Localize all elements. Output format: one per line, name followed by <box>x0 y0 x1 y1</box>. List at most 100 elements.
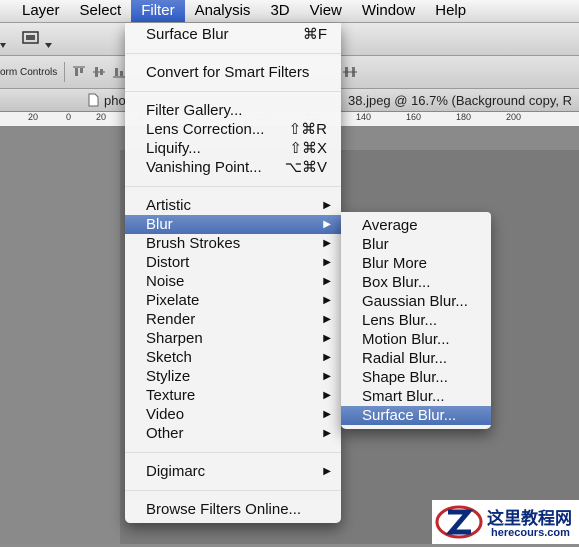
noise-label: Noise <box>146 273 185 290</box>
submenu-arrow-icon: ▶ <box>323 238 331 249</box>
tool-preset-icon[interactable] <box>22 30 40 51</box>
menu-item-noise[interactable]: Noise ▶ <box>125 272 341 291</box>
menu-item-artistic[interactable]: Artistic ▶ <box>125 196 341 215</box>
menu-3d[interactable]: 3D <box>260 0 299 22</box>
submenu-item-box-blur[interactable]: Box Blur... <box>341 273 491 292</box>
vanishing-point-label: Vanishing Point... <box>146 159 262 176</box>
menu-separator <box>125 490 341 491</box>
align-top-icon[interactable] <box>72 65 86 82</box>
submenu-item-shape-blur[interactable]: Shape Blur... <box>341 368 491 387</box>
menu-select[interactable]: Select <box>70 0 132 22</box>
submenu-arrow-icon: ▶ <box>323 371 331 382</box>
menu-item-other[interactable]: Other ▶ <box>125 424 341 443</box>
watermark-url: herecours.com <box>491 527 570 539</box>
filter-menu: Surface Blur ⌘F Convert for Smart Filter… <box>125 23 341 523</box>
shortcut: ⌥⌘V <box>284 159 327 176</box>
menu-item-render[interactable]: Render ▶ <box>125 310 341 329</box>
menu-separator <box>125 186 341 187</box>
ruler-label: 160 <box>406 112 422 122</box>
menu-item-texture[interactable]: Texture ▶ <box>125 386 341 405</box>
menu-item-lens-correction[interactable]: Lens Correction... ⇧⌘R <box>125 120 341 139</box>
liquify-label: Liquify... <box>146 140 201 157</box>
sharpen-label: Sharpen <box>146 330 203 347</box>
submenu-item-motion-blur[interactable]: Motion Blur... <box>341 330 491 349</box>
convert-label: Convert for Smart Filters <box>146 64 310 81</box>
menu-item-filter-gallery[interactable]: Filter Gallery... <box>125 101 341 120</box>
align-bottom-icon[interactable] <box>112 65 126 82</box>
menu-item-sketch[interactable]: Sketch ▶ <box>125 348 341 367</box>
menu-item-sharpen[interactable]: Sharpen ▶ <box>125 329 341 348</box>
ruler-label: 140 <box>356 112 372 122</box>
video-label: Video <box>146 406 185 423</box>
stylize-label: Stylize <box>146 368 191 385</box>
filter-gallery-label: Filter Gallery... <box>146 102 243 119</box>
browse-filters-label: Browse Filters Online... <box>146 501 302 518</box>
pixelate-label: Pixelate <box>146 292 200 309</box>
menu-layer[interactable]: Layer <box>0 0 70 22</box>
submenu-item-radial-blur[interactable]: Radial Blur... <box>341 349 491 368</box>
submenu-item-lens-blur[interactable]: Lens Blur... <box>341 311 491 330</box>
preset-dropdown-icon[interactable] <box>45 36 52 54</box>
ruler-label: 180 <box>456 112 472 122</box>
submenu-arrow-icon: ▶ <box>323 428 331 439</box>
digimarc-label: Digimarc <box>146 463 206 480</box>
tool-dropdown-arrow-icon[interactable] <box>0 36 6 48</box>
blur-submenu: Average Blur Blur More Box Blur... Gauss… <box>341 212 491 429</box>
document-icon <box>88 93 99 110</box>
transform-controls-label[interactable]: orm Controls <box>0 67 57 78</box>
menu-analysis[interactable]: Analysis <box>185 0 261 22</box>
menu-item-blur[interactable]: Blur ▶ <box>125 215 341 234</box>
submenu-arrow-icon: ▶ <box>323 314 331 325</box>
submenu-arrow-icon: ▶ <box>323 333 331 344</box>
menu-view[interactable]: View <box>300 0 352 22</box>
menu-item-browse-filters-online[interactable]: Browse Filters Online... <box>125 500 341 519</box>
distribute-icon[interactable] <box>343 65 357 82</box>
menu-window[interactable]: Window <box>352 0 425 22</box>
watermark-z-icon <box>434 502 484 547</box>
blur-label: Blur <box>146 216 173 233</box>
menu-separator <box>125 53 341 54</box>
submenu-arrow-icon: ▶ <box>323 390 331 401</box>
render-label: Render <box>146 311 196 328</box>
menu-item-video[interactable]: Video ▶ <box>125 405 341 424</box>
submenu-arrow-icon: ▶ <box>323 295 331 306</box>
artistic-label: Artistic <box>146 197 191 214</box>
last-filter-shortcut: ⌘F <box>302 26 327 43</box>
submenu-item-smart-blur[interactable]: Smart Blur... <box>341 387 491 406</box>
ruler-label: 0 <box>66 112 72 122</box>
lens-correction-label: Lens Correction... <box>146 121 265 138</box>
submenu-arrow-icon: ▶ <box>323 257 331 268</box>
menu-bar: Layer Select Filter Analysis 3D View Win… <box>0 0 579 23</box>
brush-strokes-label: Brush Strokes <box>146 235 241 252</box>
menu-item-convert-smart-filters[interactable]: Convert for Smart Filters <box>125 63 341 82</box>
other-label: Other <box>146 425 184 442</box>
submenu-item-blur-more[interactable]: Blur More <box>341 254 491 273</box>
submenu-item-gaussian-blur[interactable]: Gaussian Blur... <box>341 292 491 311</box>
menu-item-brush-strokes[interactable]: Brush Strokes ▶ <box>125 234 341 253</box>
shortcut: ⇧⌘X <box>289 140 327 157</box>
align-middle-icon[interactable] <box>92 65 106 82</box>
submenu-item-average[interactable]: Average <box>341 216 491 235</box>
document-tab-title[interactable]: 38.jpeg @ 16.7% (Background copy, R <box>348 93 572 108</box>
submenu-item-surface-blur[interactable]: Surface Blur... <box>341 406 491 425</box>
menu-item-digimarc[interactable]: Digimarc ▶ <box>125 462 341 481</box>
menu-help[interactable]: Help <box>425 0 476 22</box>
distort-label: Distort <box>146 254 190 271</box>
submenu-item-blur[interactable]: Blur <box>341 235 491 254</box>
menu-item-stylize[interactable]: Stylize ▶ <box>125 367 341 386</box>
menu-item-distort[interactable]: Distort ▶ <box>125 253 341 272</box>
submenu-arrow-icon: ▶ <box>323 409 331 420</box>
shortcut: ⇧⌘R <box>288 121 327 138</box>
submenu-arrow-icon: ▶ <box>323 352 331 363</box>
last-filter-label: Surface Blur <box>146 26 229 43</box>
submenu-arrow-icon: ▶ <box>323 466 331 477</box>
menu-item-last-filter[interactable]: Surface Blur ⌘F <box>125 25 341 44</box>
ruler-label: 200 <box>506 112 522 122</box>
document-tab-prefix[interactable]: pho <box>104 93 126 108</box>
menu-item-vanishing-point[interactable]: Vanishing Point... ⌥⌘V <box>125 158 341 177</box>
menu-filter[interactable]: Filter <box>131 0 185 22</box>
ruler-label: 20 <box>28 112 39 122</box>
menu-separator <box>125 452 341 453</box>
menu-item-liquify[interactable]: Liquify... ⇧⌘X <box>125 139 341 158</box>
menu-item-pixelate[interactable]: Pixelate ▶ <box>125 291 341 310</box>
